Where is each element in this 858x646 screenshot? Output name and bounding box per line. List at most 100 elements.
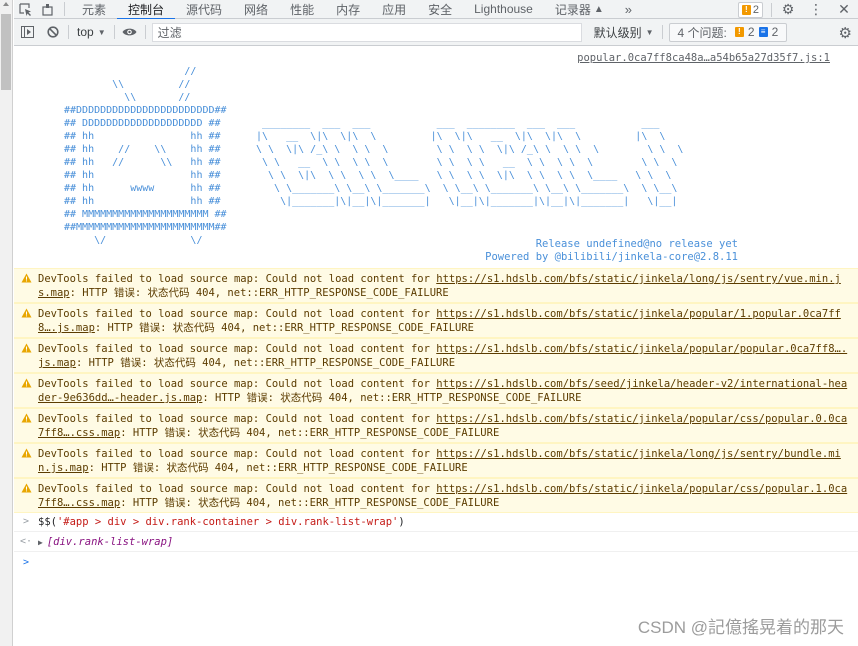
warning-message: DevTools failed to load source map: Coul… [38, 308, 841, 334]
warning-suffix: : HTTP 错误: 状态代码 404, net::ERR_HTTP_RESPO… [94, 322, 474, 334]
tab-security[interactable]: 安全 [417, 0, 463, 19]
warning-row: DevTools failed to load source map: Coul… [14, 443, 858, 478]
warning-prefix: DevTools failed to load source map: Coul… [38, 483, 437, 495]
gear-icon[interactable]: ⚙ [774, 0, 802, 19]
input-prompt-icon: > [22, 516, 30, 527]
warning-suffix: : HTTP 错误: 状态代码 404, net::ERR_HTTP_RESPO… [75, 357, 456, 369]
warning-icon [21, 413, 32, 423]
log-level-selector[interactable]: 默认级别 ▼ [588, 24, 660, 41]
divider [113, 25, 115, 39]
command-fn: $$( [38, 515, 57, 528]
context-value: top [77, 25, 94, 39]
scrollbar-thumb[interactable] [1, 14, 11, 90]
console-settings-gear-icon[interactable]: ⚙ [839, 24, 852, 42]
issues-counter-button[interactable]: ! 2 [737, 1, 763, 18]
console-command-row: > $$('#app > div > div.rank-container > … [14, 512, 858, 532]
divider [771, 2, 772, 17]
warning-suffix: : HTTP 错误: 状态代码 404, net::ERR_HTTP_RESPO… [88, 462, 468, 474]
ascii-art-tv: // \\ // \\ // ##DDDDDDDDDDDDDDDDDDDDDDD… [64, 66, 227, 246]
kebab-menu-icon[interactable]: ⋮ [802, 0, 830, 19]
release-line: Release undefined@no release yet [535, 238, 738, 250]
result-arrow-icon: <· [19, 536, 33, 547]
warning-row: DevTools failed to load source map: Coul… [14, 478, 858, 513]
log-level-value: 默认级别 [593, 25, 642, 40]
dropdown-caret-icon: ▼ [645, 27, 654, 37]
warning-prefix: DevTools failed to load source map: Coul… [38, 273, 437, 285]
warning-icon [21, 308, 32, 318]
tab-memory[interactable]: 内存 [325, 0, 371, 19]
console-output: popular.0ca7ff8ca48a…a54b65a27d35f7.js:1… [14, 47, 858, 646]
warning-icon [21, 448, 32, 458]
result-value: [div.rank-list-wrap] [46, 535, 174, 548]
more-tabs-button[interactable]: » [615, 2, 642, 17]
console-result-row: <· ▶ [div.rank-list-wrap] [14, 532, 858, 552]
scroll-up-arrow-icon[interactable] [3, 2, 9, 6]
warning-row: DevTools failed to load source map: Coul… [14, 338, 858, 373]
warning-row: DevTools failed to load source map: Coul… [14, 408, 858, 443]
warning-prefix: DevTools failed to load source map: Coul… [38, 343, 437, 355]
warning-prefix: DevTools failed to load source map: Coul… [38, 378, 437, 390]
page-scrollbar[interactable] [0, 0, 13, 646]
source-link[interactable]: popular.0ca7ff8ca48a…a54b65a27d35f7.js:1 [577, 52, 830, 64]
release-info: Release undefined@no release yet Powered … [485, 238, 738, 264]
warning-suffix: : HTTP 错误: 状态代码 404, net::ERR_HTTP_RESPO… [202, 392, 582, 404]
warning-suffix: : HTTP 错误: 状态代码 404, net::ERR_HTTP_RESPO… [69, 287, 449, 299]
clear-console-icon[interactable] [40, 19, 66, 45]
close-icon[interactable]: ✕ [830, 0, 858, 19]
sidebar-toggle-icon[interactable] [14, 19, 40, 45]
warning-icon [21, 343, 32, 353]
warning-message: DevTools failed to load source map: Coul… [38, 483, 847, 509]
divider [144, 25, 146, 39]
console-prompt-row[interactable]: > [14, 552, 858, 572]
warning-suffix: : HTTP 错误: 状态代码 404, net::ERR_HTTP_RESPO… [120, 497, 500, 509]
filter-input[interactable]: 过滤 [151, 22, 582, 42]
divider [68, 25, 69, 39]
tab-recorder[interactable]: 记录器 ▲ [544, 0, 615, 19]
watermark: CSDN @記億搖晃着的那天 [637, 618, 844, 637]
warning-message: DevTools failed to load source map: Coul… [38, 343, 847, 369]
console-result[interactable]: ▶ [div.rank-list-wrap] [38, 536, 173, 548]
warning-prefix: DevTools failed to load source map: Coul… [38, 448, 437, 460]
tab-performance[interactable]: 性能 [279, 0, 325, 19]
tab-recorder-label: 记录器 [554, 2, 591, 17]
tab-console[interactable]: 控制台 [117, 0, 176, 20]
command-close: ) [398, 515, 405, 528]
ascii-art-bilibili: ________ ___ ___ ___ ________ ___ ___ __… [256, 118, 684, 207]
flask-icon: ▲ [593, 3, 604, 15]
divider [661, 25, 663, 39]
tab-sources[interactable]: 源代码 [175, 0, 233, 19]
dropdown-caret-icon: ▼ [97, 27, 106, 37]
console-command[interactable]: $$('#app > div > div.rank-container > di… [38, 516, 405, 528]
issues-button[interactable]: 4 个问题: ! 2 ≡ 2 [668, 22, 788, 42]
warning-row: DevTools failed to load source map: Coul… [14, 373, 858, 408]
context-selector[interactable]: top ▼ [71, 25, 112, 39]
divider [64, 2, 65, 16]
warning-icon [21, 273, 32, 283]
device-toggle-icon[interactable] [36, 0, 58, 19]
warning-issue-icon: ! [734, 27, 744, 37]
issues-label: 4 个问题: [677, 25, 727, 40]
warning-issue-icon: ! [741, 4, 751, 15]
devtools-tab-bar: 元素 控制台 源代码 网络 性能 内存 应用 安全 Lighthouse 记录器… [14, 0, 858, 20]
tab-application[interactable]: 应用 [371, 0, 417, 19]
issues-count: 2 [752, 3, 759, 16]
command-arg: '#app > div > div.rank-container > div.r… [56, 515, 399, 528]
expand-triangle-icon[interactable]: ▶ [38, 538, 43, 547]
warning-row: DevTools failed to load source map: Coul… [14, 268, 858, 303]
inspect-element-icon[interactable] [14, 0, 36, 19]
live-expression-eye-icon[interactable] [117, 19, 143, 45]
tab-network[interactable]: 网络 [233, 0, 279, 19]
info-issue-icon: ≡ [758, 27, 768, 37]
tab-elements[interactable]: 元素 [71, 0, 117, 19]
warning-suffix: : HTTP 错误: 状态代码 404, net::ERR_HTTP_RESPO… [120, 427, 500, 439]
console-toolbar: top ▼ 过滤 默认级别 ▼ 4 个问题: ! 2 ≡ 2 ⚙ [14, 19, 858, 46]
warning-row: DevTools failed to load source map: Coul… [14, 303, 858, 338]
powered-by-line: Powered by @bilibili/jinkela-core@2.8.11 [485, 251, 738, 263]
tab-lighthouse[interactable]: Lighthouse [463, 0, 544, 19]
warning-message: DevTools failed to load source map: Coul… [38, 378, 847, 404]
warning-list: DevTools failed to load source map: Coul… [14, 268, 858, 513]
info-issue-count: 2 [771, 25, 779, 39]
warning-prefix: DevTools failed to load source map: Coul… [38, 308, 437, 320]
devtools-panel: 元素 控制台 源代码 网络 性能 内存 应用 安全 Lighthouse 记录器… [14, 0, 858, 646]
warning-icon [21, 378, 32, 388]
